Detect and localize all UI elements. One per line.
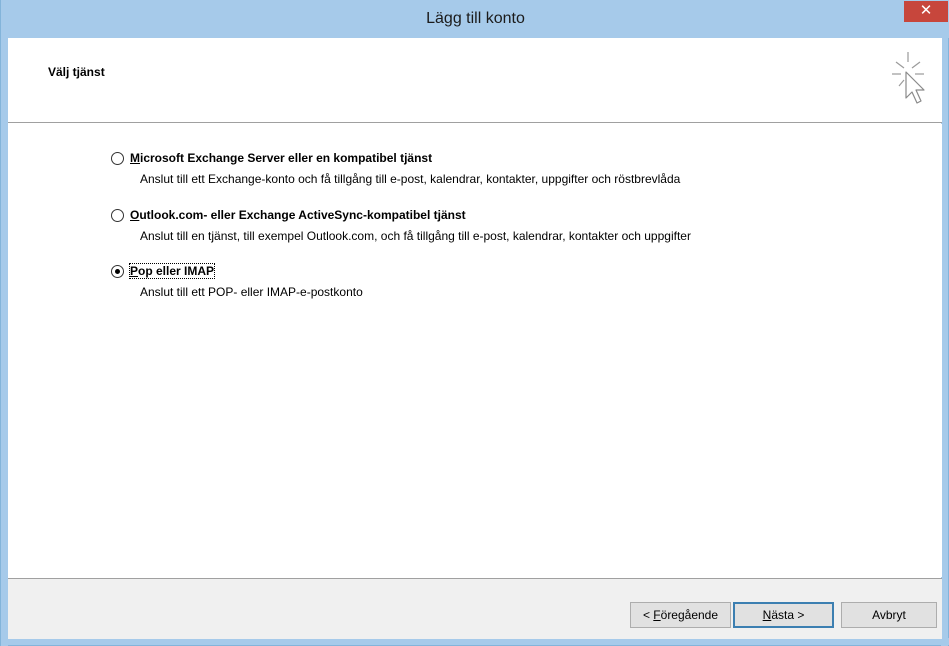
next-label: ästa > (771, 608, 805, 622)
back-button[interactable]: < Föregående (630, 602, 731, 628)
button-bar: < Föregående Nästa > Avbryt (8, 578, 942, 639)
radio-exchange[interactable] (111, 152, 124, 165)
cancel-button[interactable]: Avbryt (841, 602, 937, 628)
label-text: icrosoft Exchange Server eller en kompat… (140, 151, 433, 165)
option-pop-imap-label[interactable]: Pop eller IMAP (128, 263, 216, 279)
accelerator-key: O (130, 208, 140, 222)
window-frame-bottom (1, 638, 949, 645)
back-prefix: < (642, 608, 654, 622)
page-title: Välj tjänst (48, 65, 105, 79)
add-account-dialog: Lägg till konto ✕ Välj tjänst Microsoft … (0, 0, 949, 646)
service-options: Microsoft Exchange Server eller en kompa… (8, 124, 942, 577)
next-button[interactable]: Nästa > (733, 602, 834, 628)
option-exchange-description: Anslut till ett Exchange-konto och få ti… (140, 172, 681, 186)
option-outlook-com-label[interactable]: Outlook.com- eller Exchange ActiveSync-k… (130, 208, 466, 222)
option-outlook-com-description: Anslut till en tjänst, till exempel Outl… (140, 229, 691, 243)
title-bar: Lägg till konto ✕ (1, 0, 949, 38)
cursor-sparkle-icon (892, 52, 925, 104)
window-frame-left (1, 38, 8, 646)
window-frame-right (941, 38, 948, 646)
wizard-header: Välj tjänst (8, 38, 942, 123)
window-title: Lägg till konto (426, 10, 525, 27)
label-text: op eller IMAP (138, 264, 215, 278)
back-label: öregående (660, 608, 719, 622)
radio-outlook-com[interactable] (111, 209, 124, 222)
option-pop-imap-description: Anslut till ett POP- eller IMAP-e-postko… (140, 285, 363, 299)
option-exchange-label[interactable]: Microsoft Exchange Server eller en kompa… (130, 151, 432, 165)
close-button[interactable]: ✕ (904, 1, 948, 22)
radio-pop-imap[interactable] (111, 265, 124, 278)
accelerator-key: F (653, 608, 661, 622)
accelerator-key: P (130, 264, 139, 278)
accelerator-key: N (762, 608, 772, 622)
accelerator-key: M (130, 151, 140, 165)
label-text: utlook.com- eller Exchange ActiveSync-ko… (139, 208, 466, 222)
